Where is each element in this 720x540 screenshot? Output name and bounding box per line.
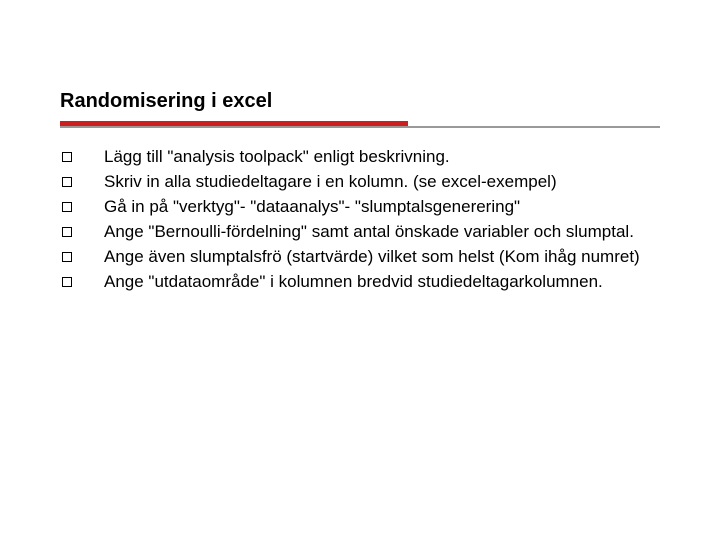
square-bullet-icon (62, 227, 72, 237)
list-item-text: Ange även slumptalsfrö (startvärde) vilk… (104, 246, 660, 269)
list-item: Gå in på "verktyg"- "dataanalys"- "slump… (60, 196, 660, 219)
list-item: Ange även slumptalsfrö (startvärde) vilk… (60, 246, 660, 269)
bullet-list: Lägg till "analysis toolpack" enligt bes… (60, 146, 660, 294)
list-item: Ange "utdataområde" i kolumnen bredvid s… (60, 271, 660, 294)
list-item-text: Ange "utdataområde" i kolumnen bredvid s… (104, 271, 660, 294)
list-item: Skriv in alla studiedeltagare i en kolum… (60, 171, 660, 194)
square-bullet-icon (62, 202, 72, 212)
square-bullet-icon (62, 277, 72, 287)
square-bullet-icon (62, 252, 72, 262)
list-item: Lägg till "analysis toolpack" enligt bes… (60, 146, 660, 169)
divider-gray-line (60, 126, 660, 128)
list-item-text: Skriv in alla studiedeltagare i en kolum… (104, 171, 660, 194)
list-item-text: Gå in på "verktyg"- "dataanalys"- "slump… (104, 196, 660, 219)
list-item: Ange "Bernoulli-fördelning" samt antal ö… (60, 221, 660, 244)
list-item-text: Lägg till "analysis toolpack" enligt bes… (104, 146, 660, 169)
slide-title: Randomisering i excel (60, 90, 660, 113)
square-bullet-icon (62, 177, 72, 187)
square-bullet-icon (62, 152, 72, 162)
title-divider (60, 121, 660, 128)
list-item-text: Ange "Bernoulli-fördelning" samt antal ö… (104, 221, 660, 244)
